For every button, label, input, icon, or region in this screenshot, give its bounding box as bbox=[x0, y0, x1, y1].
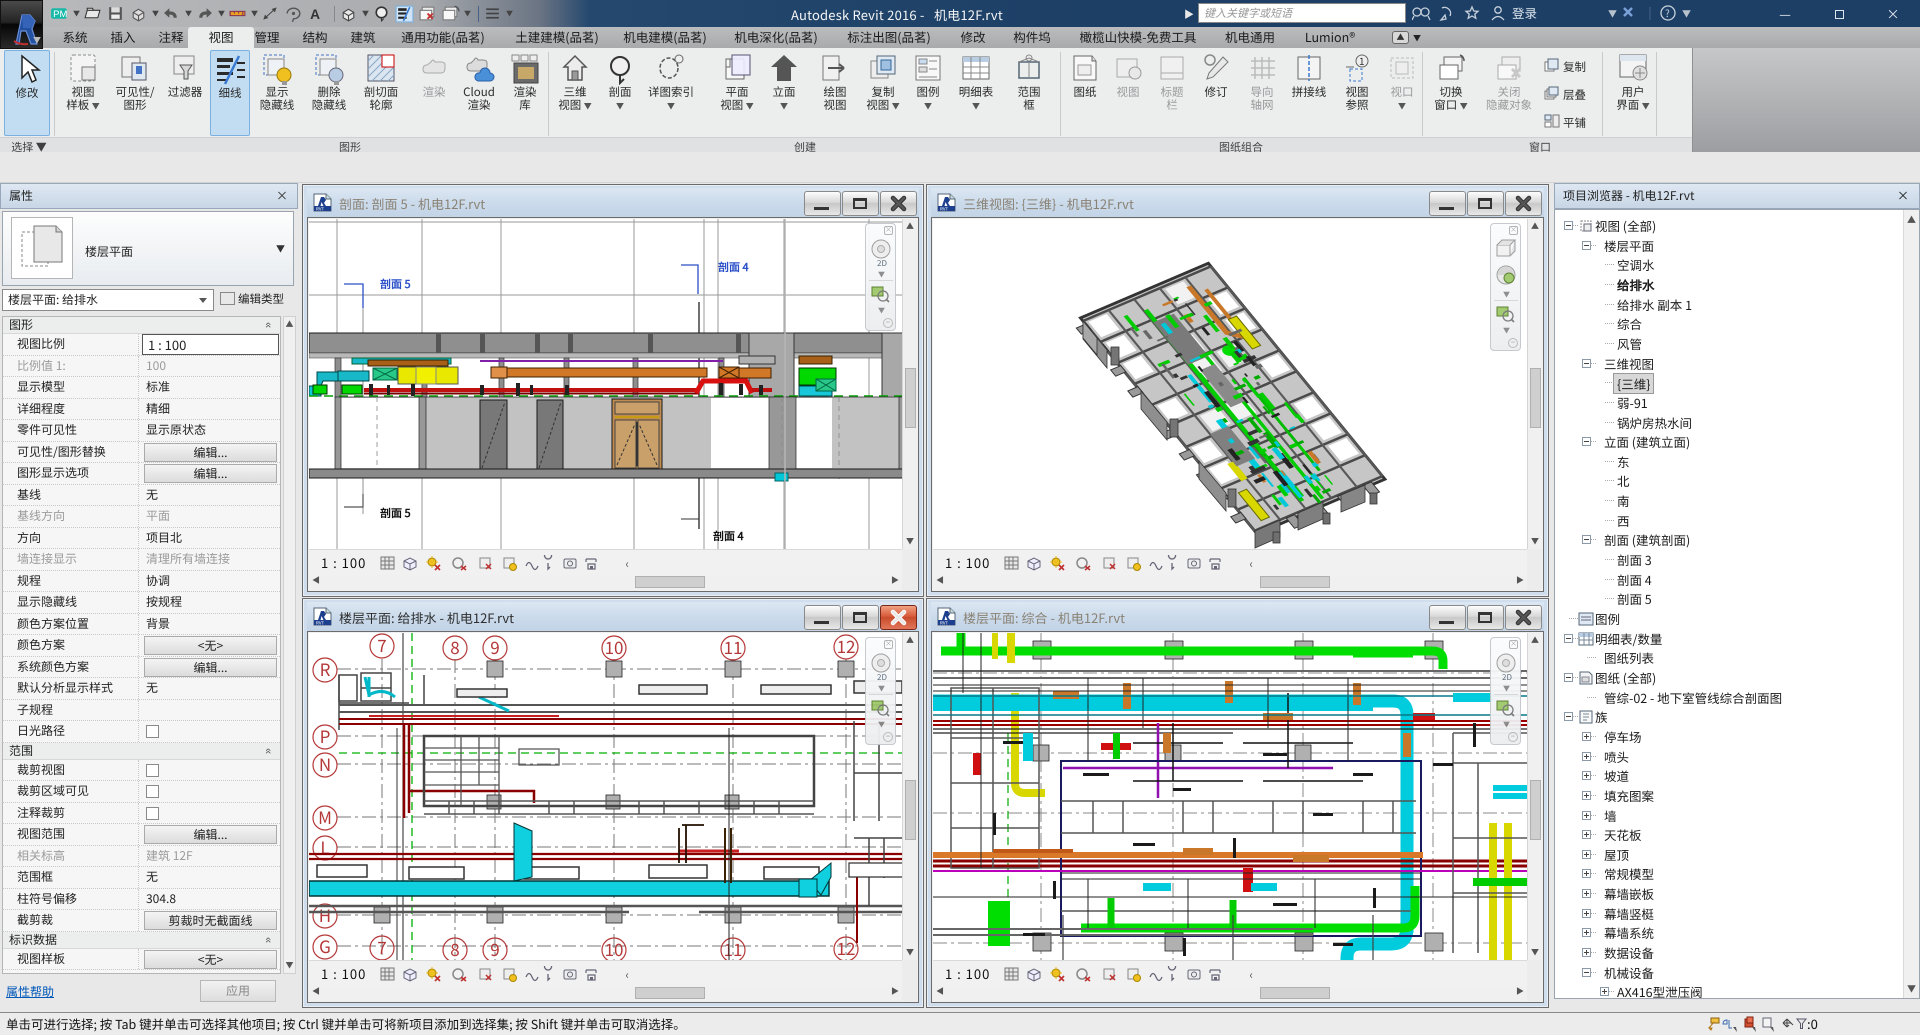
svg-text:1: 1 bbox=[1359, 53, 1365, 68]
svg-text:L: L bbox=[320, 834, 329, 859]
svg-text:A: A bbox=[310, 6, 320, 21]
svg-text:RVT: RVT bbox=[940, 621, 948, 627]
svg-text:▼: ▼ bbox=[1608, 7, 1617, 20]
svg-text:P: P bbox=[320, 723, 331, 748]
svg-text:8: 8 bbox=[450, 634, 459, 659]
svg-text:RVT: RVT bbox=[316, 207, 324, 213]
svg-text:▼: ▼ bbox=[1682, 7, 1691, 20]
svg-text:G: G bbox=[319, 933, 331, 958]
svg-text:11: 11 bbox=[724, 936, 743, 960]
svg-text:剖面 4: 剖面 4 bbox=[713, 528, 744, 544]
svg-text:PM: PM bbox=[53, 9, 67, 20]
svg-text:9: 9 bbox=[490, 634, 499, 659]
svg-text:N: N bbox=[319, 751, 331, 776]
svg-text:7: 7 bbox=[377, 934, 386, 959]
svg-text:?: ? bbox=[1665, 5, 1670, 20]
svg-text:12: 12 bbox=[837, 935, 856, 960]
svg-text:剖面 4: 剖面 4 bbox=[718, 259, 749, 275]
svg-text:剖面 5: 剖面 5 bbox=[380, 505, 411, 521]
svg-text:RVT: RVT bbox=[940, 207, 948, 213]
svg-text:M: M bbox=[318, 804, 332, 829]
svg-text:10: 10 bbox=[605, 634, 624, 659]
svg-text:8: 8 bbox=[450, 936, 459, 960]
svg-text:10: 10 bbox=[605, 936, 624, 960]
svg-text:剖面 5: 剖面 5 bbox=[380, 276, 411, 292]
svg-text:11: 11 bbox=[724, 634, 743, 659]
svg-text:7: 7 bbox=[377, 633, 386, 657]
svg-text:RVT: RVT bbox=[316, 621, 324, 627]
svg-text:R: R bbox=[320, 656, 331, 681]
svg-text:登录: 登录 bbox=[1512, 5, 1537, 22]
svg-text:9: 9 bbox=[490, 936, 499, 960]
svg-text:12: 12 bbox=[837, 633, 856, 658]
